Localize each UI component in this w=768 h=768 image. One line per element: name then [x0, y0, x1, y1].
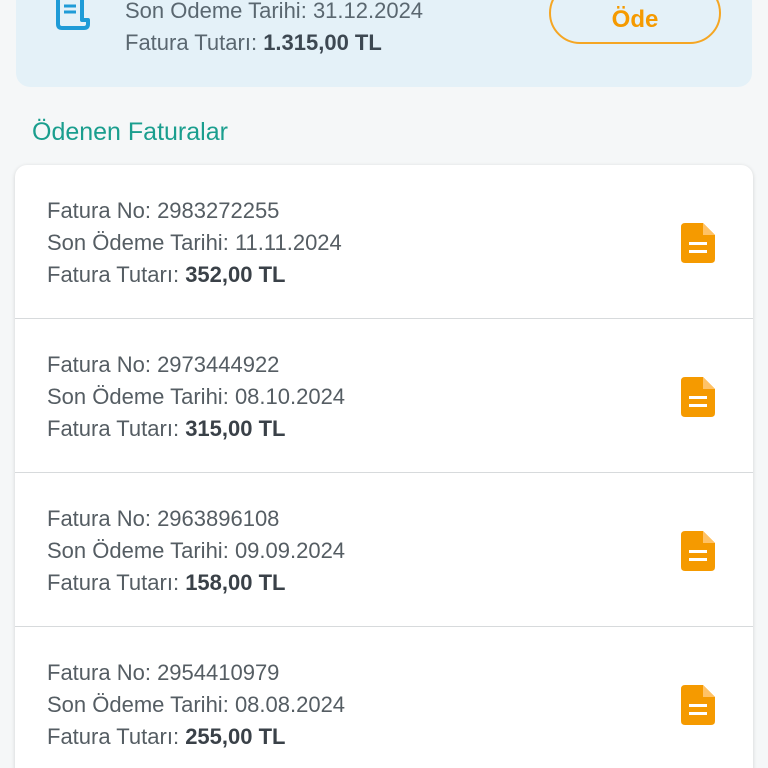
unpaid-due-value: 31.12.2024	[312, 0, 424, 23]
invoice-number-value: 2963896108	[157, 506, 280, 531]
unpaid-amount-label: Fatura Tutarı:	[125, 30, 258, 55]
invoice-number-value: 2954410979	[157, 660, 280, 685]
paid-invoices-list: Fatura No: 2983272255 Son Ödeme Tarihi: …	[15, 165, 753, 768]
invoice-number-label: Fatura No:	[47, 506, 151, 531]
paid-invoices-title: Ödenen Faturalar	[32, 118, 228, 146]
document-icon[interactable]	[681, 531, 715, 571]
invoice-due-date-row: Son Ödeme Tarihi: 08.10.2024	[47, 381, 345, 413]
invoice-number-value: 2983272255	[157, 198, 280, 223]
invoice-details: Fatura No: 2963896108 Son Ödeme Tarihi: …	[47, 503, 345, 599]
invoice-due-label: Son Ödeme Tarihi:	[47, 230, 229, 255]
pay-button[interactable]: Öde	[549, 0, 721, 44]
invoice-amount-label: Fatura Tutarı:	[47, 262, 180, 287]
invoice-amount-value: 158,00 TL	[185, 570, 286, 595]
invoice-details: Fatura No: 2973444922 Son Ödeme Tarihi: …	[47, 349, 345, 445]
invoice-amount-row: Fatura Tutarı: 158,00 TL	[47, 567, 345, 599]
invoice-row[interactable]: Fatura No: 2954410979 Son Ödeme Tarihi: …	[15, 627, 753, 768]
unpaid-amount-value: 1.315,00 TL	[263, 30, 382, 55]
invoice-amount-value: 352,00 TL	[185, 262, 286, 287]
unpaid-amount-row: Fatura Tutarı: 1.315,00 TL	[125, 27, 423, 59]
invoice-amount-label: Fatura Tutarı:	[47, 416, 180, 441]
document-icon[interactable]	[681, 685, 715, 725]
invoice-due-value: 08.08.2024	[234, 692, 346, 717]
invoice-row[interactable]: Fatura No: 2973444922 Son Ödeme Tarihi: …	[15, 319, 753, 473]
invoice-number-label: Fatura No:	[47, 660, 151, 685]
invoice-amount-label: Fatura Tutarı:	[47, 570, 180, 595]
invoice-due-value: 11.11.2024	[234, 230, 342, 255]
invoice-due-date-row: Son Ödeme Tarihi: 08.08.2024	[47, 689, 345, 721]
invoice-row[interactable]: Fatura No: 2963896108 Son Ödeme Tarihi: …	[15, 473, 753, 627]
invoice-amount-value: 315,00 TL	[185, 416, 286, 441]
unpaid-due-date-row: Son Odeme Tarihi: 31.12.2024	[125, 0, 423, 27]
invoice-due-value: 09.09.2024	[234, 538, 346, 563]
invoice-amount-row: Fatura Tutarı: 315,00 TL	[47, 413, 345, 445]
invoice-number-row: Fatura No: 2954410979	[47, 657, 345, 689]
invoice-number-label: Fatura No:	[47, 352, 151, 377]
invoice-due-label: Son Ödeme Tarihi:	[47, 384, 229, 409]
invoice-amount-row: Fatura Tutarı: 255,00 TL	[47, 721, 345, 753]
invoice-amount-row: Fatura Tutarı: 352,00 TL	[47, 259, 342, 291]
invoice-number-value: 2973444922	[157, 352, 280, 377]
invoice-due-label: Son Ödeme Tarihi:	[47, 538, 229, 563]
invoice-due-value: 08.10.2024	[234, 384, 346, 409]
invoice-details: Fatura No: 2983272255 Son Ödeme Tarihi: …	[47, 195, 342, 291]
document-icon[interactable]	[681, 223, 715, 263]
invoice-number-label: Fatura No:	[47, 198, 151, 223]
invoice-row[interactable]: Fatura No: 2983272255 Son Ödeme Tarihi: …	[15, 165, 753, 319]
invoice-due-label: Son Ödeme Tarihi:	[47, 692, 229, 717]
invoice-details: Fatura No: 2954410979 Son Ödeme Tarihi: …	[47, 657, 345, 753]
invoice-due-date-row: Son Ödeme Tarihi: 11.11.2024	[47, 227, 342, 259]
unpaid-invoice-details: Son Odeme Tarihi: 31.12.2024 Fatura Tuta…	[125, 0, 423, 59]
document-icon[interactable]	[681, 377, 715, 417]
invoice-number-row: Fatura No: 2973444922	[47, 349, 345, 381]
invoice-due-date-row: Son Ödeme Tarihi: 09.09.2024	[47, 535, 345, 567]
unpaid-due-label: Son Odeme Tarihi:	[125, 0, 307, 23]
receipt-icon	[56, 0, 90, 30]
page: Son Odeme Tarihi: 31.12.2024 Fatura Tuta…	[0, 0, 768, 768]
invoice-number-row: Fatura No: 2963896108	[47, 503, 345, 535]
invoice-amount-value: 255,00 TL	[185, 724, 286, 749]
invoice-amount-label: Fatura Tutarı:	[47, 724, 180, 749]
invoice-number-row: Fatura No: 2983272255	[47, 195, 342, 227]
